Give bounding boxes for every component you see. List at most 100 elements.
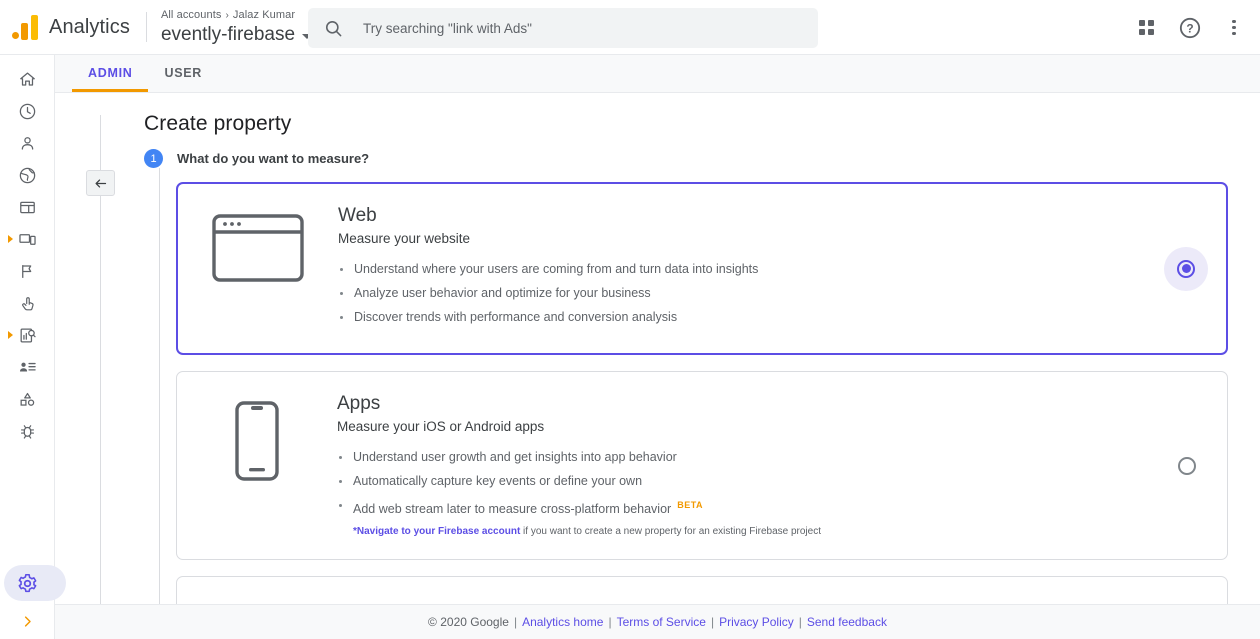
flag-icon bbox=[22, 264, 32, 278]
header-actions: ? bbox=[1128, 0, 1252, 55]
sidebar-item-touch[interactable] bbox=[0, 287, 55, 319]
sidebar-item-realtime[interactable] bbox=[0, 95, 55, 127]
page-title: Create property bbox=[144, 112, 292, 135]
search-input[interactable]: Try searching "link with Ads" bbox=[308, 8, 818, 48]
sidebar-item-flag[interactable] bbox=[0, 255, 55, 287]
sidebar-item-audiences[interactable] bbox=[0, 351, 55, 383]
sidebar-item-user[interactable] bbox=[0, 127, 55, 159]
home-icon bbox=[20, 72, 35, 86]
option-title-apps: Apps bbox=[337, 393, 381, 414]
search-placeholder: Try searching "link with Ads" bbox=[363, 20, 532, 36]
chart-search-icon bbox=[20, 328, 36, 342]
breadcrumb: All accounts › Jalaz Kumar bbox=[161, 8, 312, 23]
sidebar-item-home[interactable] bbox=[0, 63, 55, 95]
radio-apps[interactable] bbox=[1165, 444, 1209, 488]
option-subtitle-apps: Measure your iOS or Android apps bbox=[337, 419, 545, 434]
option-card-web[interactable]: Web Measure your website Understand wher… bbox=[176, 182, 1228, 355]
app-header: Analytics All accounts › Jalaz Kumar event… bbox=[0, 0, 1260, 55]
tab-user[interactable]: USER bbox=[148, 54, 218, 92]
sidebar-item-explore[interactable] bbox=[0, 319, 55, 351]
footer-separator: | bbox=[608, 615, 612, 629]
brand-name: Analytics bbox=[49, 15, 130, 38]
footer-link-feedback[interactable]: Send feedback bbox=[807, 615, 887, 629]
beta-badge: BETA bbox=[677, 500, 704, 510]
step-number-badge: 1 bbox=[144, 149, 163, 168]
clock-icon bbox=[19, 103, 36, 119]
expand-rail-button[interactable] bbox=[0, 603, 55, 639]
breadcrumb-separator: › bbox=[225, 9, 229, 21]
help-button[interactable]: ? bbox=[1172, 10, 1208, 46]
footer-separator: | bbox=[513, 615, 518, 629]
main-content: Create property 1 What do you want to me… bbox=[55, 93, 1260, 604]
apps-grid-icon bbox=[1138, 20, 1154, 35]
more-options-button[interactable] bbox=[1216, 10, 1252, 46]
sidebar-item-devices[interactable] bbox=[0, 223, 55, 255]
option-title-web: Web bbox=[338, 205, 377, 226]
tab-user-label: USER bbox=[164, 66, 202, 80]
person-list-icon bbox=[19, 362, 36, 371]
firebase-account-link[interactable]: *Navigate to your Firebase account bbox=[353, 526, 520, 537]
browser-window-icon bbox=[212, 214, 304, 282]
option-card-apps[interactable]: Apps Measure your iOS or Android apps Un… bbox=[176, 371, 1228, 561]
analytics-logo-area[interactable]: Analytics bbox=[0, 14, 130, 40]
web-icon-wrap bbox=[178, 204, 338, 333]
option-subtitle-web: Measure your website bbox=[338, 231, 471, 246]
more-vert-icon bbox=[1232, 17, 1236, 38]
breadcrumb-root[interactable]: All accounts bbox=[161, 9, 222, 21]
tab-admin-label: ADMIN bbox=[88, 66, 133, 80]
radio-apps-indicator bbox=[1178, 456, 1196, 475]
page-footer: © 2020 Google | Analytics home | Terms o… bbox=[55, 604, 1260, 639]
sidebar-item-configure[interactable] bbox=[0, 383, 55, 415]
option-card-apps-and-web[interactable]: Apps and webBETA Measure your users acro… bbox=[176, 576, 1228, 604]
apps-and-web-icon-wrap bbox=[177, 597, 337, 604]
list-item-text: Add web stream later to measure cross-pl… bbox=[353, 502, 672, 517]
firebase-note-text: if you want to create a new property for… bbox=[520, 526, 821, 538]
breadcrumb-account[interactable]: Jalaz Kumar bbox=[233, 9, 295, 21]
firebase-note: *Navigate to your Firebase account if yo… bbox=[337, 525, 1157, 539]
list-item: Analyze user behavior and optimize for y… bbox=[338, 285, 1156, 301]
back-arrow-icon bbox=[95, 178, 107, 188]
globe-icon bbox=[19, 167, 36, 183]
property-name[interactable]: evently-firebase bbox=[161, 23, 295, 47]
sidebar-item-admin[interactable] bbox=[0, 563, 66, 603]
step-question: What do you want to measure? bbox=[177, 151, 370, 166]
sidebar-item-debug[interactable] bbox=[0, 415, 55, 447]
option-bullets-apps: Understand user growth and get insights … bbox=[337, 449, 1157, 517]
option-title-apps-and-web: Apps and webBETA bbox=[337, 597, 485, 604]
copyright-text: © 2020 Google bbox=[428, 615, 509, 629]
admin-user-tabs: ADMIN USER bbox=[55, 55, 1260, 93]
sidebar-item-globe[interactable] bbox=[0, 159, 55, 191]
footer-separator: | bbox=[798, 615, 802, 629]
search-icon bbox=[326, 20, 342, 36]
step-connector-line bbox=[159, 168, 160, 604]
svg-text:?: ? bbox=[1186, 21, 1193, 35]
tab-admin[interactable]: ADMIN bbox=[72, 54, 149, 92]
rail-bottom-section bbox=[0, 563, 66, 639]
list-item: Understand where your users are coming f… bbox=[338, 261, 1156, 277]
footer-link-analytics-home[interactable]: Analytics home bbox=[522, 615, 603, 629]
card-layout-icon bbox=[20, 201, 35, 213]
chevron-right-icon bbox=[24, 615, 31, 627]
back-button[interactable] bbox=[86, 170, 115, 196]
option-bullets-web: Understand where your users are coming f… bbox=[338, 261, 1156, 325]
apps-grid-button[interactable] bbox=[1128, 10, 1164, 46]
radio-web[interactable] bbox=[1164, 246, 1208, 291]
gear-icon bbox=[18, 573, 37, 592]
devices-icon bbox=[19, 233, 36, 245]
expand-arrow-icon[interactable] bbox=[8, 331, 13, 339]
help-icon: ? bbox=[1179, 17, 1201, 38]
person-icon bbox=[21, 136, 34, 150]
footer-link-privacy[interactable]: Privacy Policy bbox=[719, 615, 794, 629]
property-type-options: Web Measure your website Understand wher… bbox=[176, 182, 1228, 604]
account-selector[interactable]: All accounts › Jalaz Kumar evently-firebas… bbox=[161, 8, 313, 47]
sidebar-item-cards[interactable] bbox=[0, 191, 55, 223]
touch-icon bbox=[22, 296, 34, 310]
list-item: Add web stream later to measure cross-pl… bbox=[337, 497, 1157, 517]
mobile-phone-icon bbox=[235, 401, 279, 481]
expand-arrow-icon[interactable] bbox=[8, 235, 13, 243]
footer-link-terms[interactable]: Terms of Service bbox=[617, 615, 706, 629]
list-item: Understand user growth and get insights … bbox=[337, 449, 1157, 465]
header-divider bbox=[145, 12, 147, 42]
radio-web-indicator bbox=[1177, 259, 1195, 278]
bug-icon bbox=[20, 424, 35, 439]
